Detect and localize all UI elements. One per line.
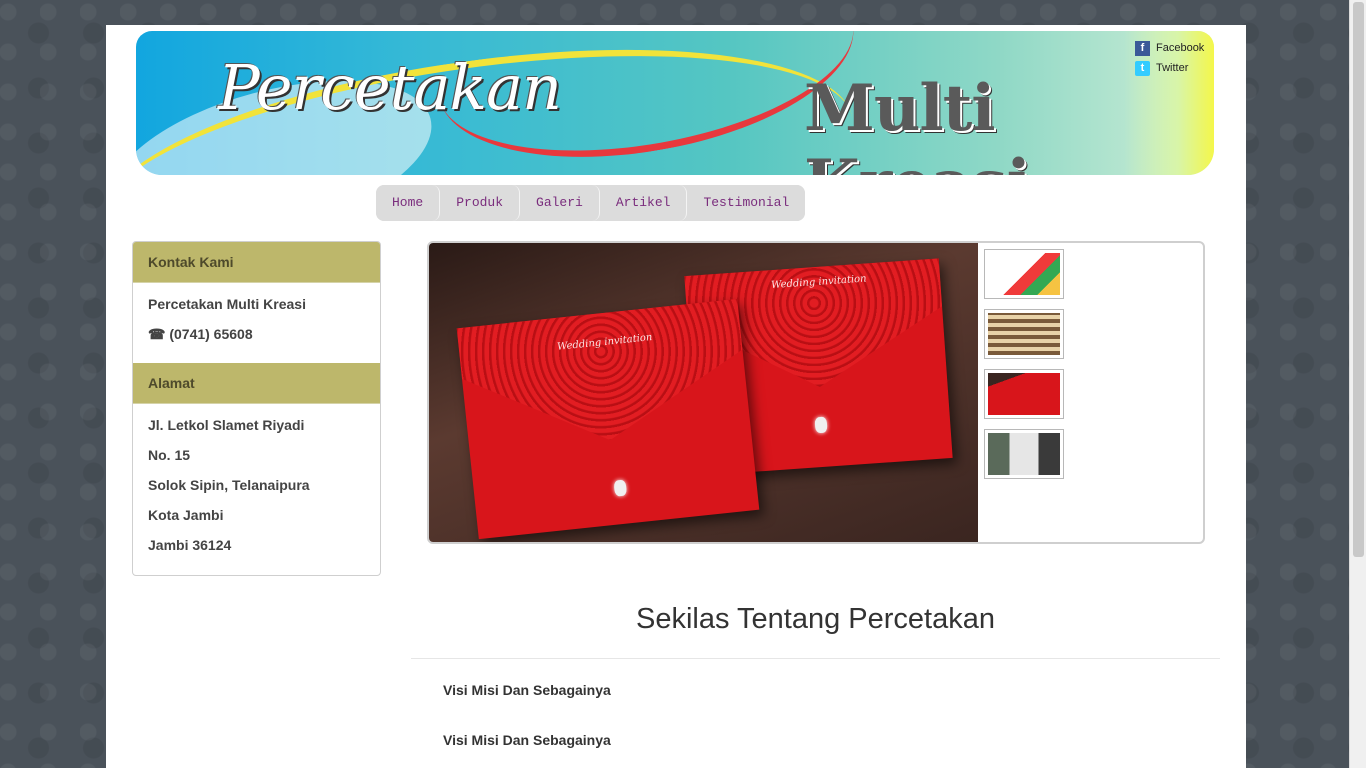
section-title: Sekilas Tentang Percetakan	[636, 603, 995, 635]
main-nav: Home Produk Galeri Artikel Testimonial	[376, 185, 806, 221]
address-line: Jambi 36124	[148, 537, 232, 553]
contact-name: Percetakan Multi Kreasi	[148, 296, 306, 312]
nav-testimonial[interactable]: Testimonial	[687, 185, 806, 221]
nav-home[interactable]: Home	[376, 185, 441, 221]
address-heading: Alamat	[133, 363, 380, 404]
card-gem	[814, 416, 828, 434]
image-slider: Wedding invitation Wedding invitation	[427, 241, 1205, 544]
sidebar: Kontak Kami Percetakan Multi Kreasi ☎ (0…	[132, 241, 381, 576]
page-scrollbar[interactable]	[1349, 0, 1366, 768]
divider	[411, 658, 1220, 659]
facebook-label: Facebook	[1156, 42, 1205, 54]
nav-artikel[interactable]: Artikel	[599, 185, 688, 221]
contact-panel: Percetakan Multi Kreasi ☎ (0741) 65608	[133, 283, 380, 363]
address-line: Jl. Letkol Slamet Riyadi	[148, 417, 305, 433]
address-line: Solok Sipin, Telanaipura	[148, 477, 310, 493]
header-banner: Percetakan Multi Kreasi	[136, 31, 1214, 175]
address-line: Kota Jambi	[148, 507, 224, 523]
contact-phone: ☎ (0741) 65608	[148, 326, 253, 342]
invitation-card-front: Wedding invitation	[456, 298, 760, 540]
slider-thumbnail[interactable]	[984, 369, 1064, 419]
scrollbar-thumb[interactable]	[1353, 2, 1364, 557]
facebook-icon: f	[1135, 40, 1150, 56]
contact-heading: Kontak Kami	[133, 242, 380, 283]
address-line: No. 15	[148, 447, 191, 463]
slider-thumbnails	[984, 249, 1064, 489]
brand-logo-multi-kreasi: Multi Kreasi	[804, 71, 1031, 175]
social-links: f Facebook t Twitter	[1135, 38, 1204, 78]
slider-main-image[interactable]: Wedding invitation Wedding invitation	[429, 243, 978, 542]
facebook-link[interactable]: f Facebook	[1135, 38, 1204, 58]
post-title-link[interactable]: Visi Misi Dan Sebagainya	[443, 682, 611, 698]
post-title-link[interactable]: Visi Misi Dan Sebagainya	[443, 732, 611, 748]
address-panel: Jl. Letkol Slamet Riyadi No. 15 Solok Si…	[133, 404, 380, 570]
slider-thumbnail[interactable]	[984, 309, 1064, 359]
twitter-label: Twitter	[1156, 62, 1189, 74]
nav-galeri[interactable]: Galeri	[520, 185, 600, 221]
slider-thumbnail[interactable]	[984, 249, 1064, 299]
card-lace-pattern	[457, 299, 751, 455]
card-gem	[613, 479, 628, 497]
page-container: Percetakan Multi Kreasi f Facebook t Twi…	[106, 25, 1246, 768]
twitter-icon: t	[1135, 60, 1150, 76]
slider-thumbnail[interactable]	[984, 429, 1064, 479]
brand-logo-percetakan: Percetakan	[218, 51, 562, 124]
nav-produk[interactable]: Produk	[440, 185, 521, 221]
twitter-link[interactable]: t Twitter	[1135, 58, 1204, 78]
